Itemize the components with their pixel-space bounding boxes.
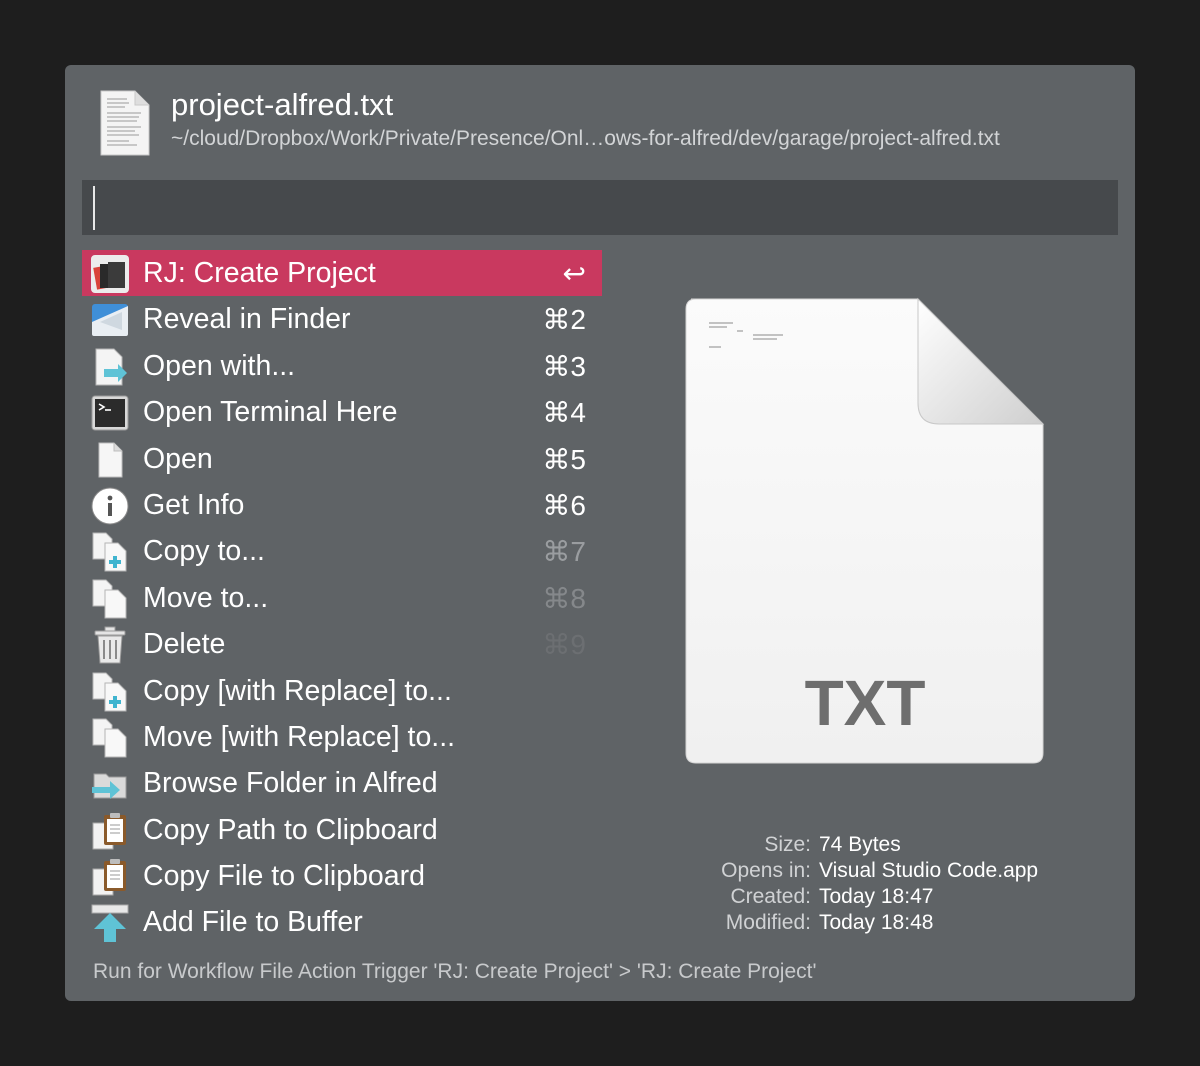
shortcut: ⌘7	[542, 536, 586, 568]
info-size: Size: 74 Bytes	[645, 833, 1085, 859]
action-label: Copy File to Clipboard	[143, 860, 425, 893]
action-label: Add File to Buffer	[143, 906, 363, 939]
terminal-icon	[91, 395, 129, 431]
action-label: Copy [with Replace] to...	[143, 674, 452, 707]
action-label: Copy Path to Clipboard	[143, 813, 438, 846]
action-open[interactable]: Open ⌘5	[82, 436, 602, 482]
open-with-icon	[95, 348, 127, 386]
shortcut: ⌘4	[542, 397, 586, 429]
search-input[interactable]	[92, 185, 1102, 230]
clipboard-icon	[92, 812, 126, 850]
move-to-icon	[92, 718, 127, 758]
info-value: Today 18:47	[819, 885, 934, 908]
action-label: Open	[143, 442, 213, 475]
action-label: Open with...	[143, 349, 296, 382]
file-path: ~/cloud/Dropbox/Work/Private/Presence/On…	[171, 127, 1000, 150]
browse-folder-icon	[92, 773, 127, 800]
action-label: Open Terminal Here	[143, 396, 398, 429]
action-delete[interactable]: Delete ⌘9	[82, 621, 602, 667]
shortcut: ⌘5	[542, 443, 586, 475]
info-value: Today 18:48	[819, 911, 934, 934]
status-footer: Run for Workflow File Action Trigger 'RJ…	[93, 960, 817, 983]
create-project-icon	[91, 255, 129, 293]
action-add-file-to-buffer[interactable]: Add File to Buffer	[82, 899, 602, 945]
move-to-icon	[92, 579, 127, 619]
action-label: RJ: Create Project	[143, 257, 376, 289]
action-browse-folder[interactable]: Browse Folder in Alfred	[82, 760, 602, 806]
info-modified: Modified: Today 18:48	[645, 911, 1085, 937]
file-info: Size: 74 Bytes Opens in: Visual Studio C…	[645, 833, 1085, 937]
action-label: Reveal in Finder	[143, 303, 351, 336]
info-key: Opens in:	[721, 859, 811, 882]
info-key: Modified:	[725, 911, 811, 934]
action-move-with-replace[interactable]: Move [with Replace] to...	[82, 714, 602, 760]
action-copy-to[interactable]: Copy to... ⌘7	[82, 528, 602, 574]
action-label: Get Info	[143, 488, 245, 521]
file-title: project-alfred.txt	[171, 87, 394, 122]
text-caret	[93, 186, 95, 230]
clipboard-icon	[92, 859, 126, 896]
file-type-label: TXT	[805, 667, 926, 739]
search-bar	[82, 180, 1118, 235]
shortcut: ⌘8	[542, 582, 586, 614]
info-created: Created: Today 18:47	[645, 885, 1085, 911]
info-value: 74 Bytes	[819, 833, 901, 856]
action-label: Move [with Replace] to...	[143, 720, 456, 753]
action-copy-with-replace[interactable]: Copy [with Replace] to...	[82, 668, 602, 714]
finder-icon	[92, 304, 128, 337]
info-key: Created:	[730, 885, 811, 908]
alfred-window: project-alfred.txt ~/cloud/Dropbox/Work/…	[65, 65, 1135, 1001]
text-file-icon	[100, 90, 150, 156]
shortcut: ⌘2	[542, 304, 586, 336]
action-label: Delete	[143, 628, 226, 661]
buffer-arrow-icon	[91, 904, 129, 943]
action-label: Copy to...	[143, 535, 265, 568]
action-open-terminal-here[interactable]: Open Terminal Here ⌘4	[82, 389, 602, 435]
shortcut: ⌘9	[542, 629, 586, 661]
action-get-info[interactable]: Get Info ⌘6	[82, 482, 602, 528]
document-icon	[98, 442, 123, 478]
copy-to-icon	[92, 672, 127, 712]
action-move-to[interactable]: Move to... ⌘8	[82, 575, 602, 621]
action-reveal-in-finder[interactable]: Reveal in Finder ⌘2	[82, 296, 602, 342]
action-label: Browse Folder in Alfred	[143, 767, 438, 800]
shortcut: ⌘3	[542, 350, 586, 382]
info-key: Size:	[764, 833, 811, 856]
action-open-with[interactable]: Open with... ⌘3	[82, 343, 602, 389]
info-icon	[91, 487, 129, 525]
trash-icon	[94, 626, 126, 664]
return-key-shortcut: ↩	[562, 258, 586, 289]
document-preview-icon: TXT	[685, 297, 1045, 764]
action-create-project[interactable]: RJ: Create Project ↩	[82, 250, 602, 297]
action-list: RJ: Create Project ↩ Reveal in Finder ⌘2…	[82, 250, 602, 946]
action-copy-file-to-clipboard[interactable]: Copy File to Clipboard	[82, 853, 602, 899]
shortcut: ⌘6	[542, 489, 586, 521]
copy-to-icon	[92, 532, 127, 572]
info-opens-in: Opens in: Visual Studio Code.app	[645, 859, 1085, 885]
info-value: Visual Studio Code.app	[819, 859, 1039, 882]
action-copy-path-to-clipboard[interactable]: Copy Path to Clipboard	[82, 807, 602, 853]
action-label: Move to...	[143, 581, 269, 614]
